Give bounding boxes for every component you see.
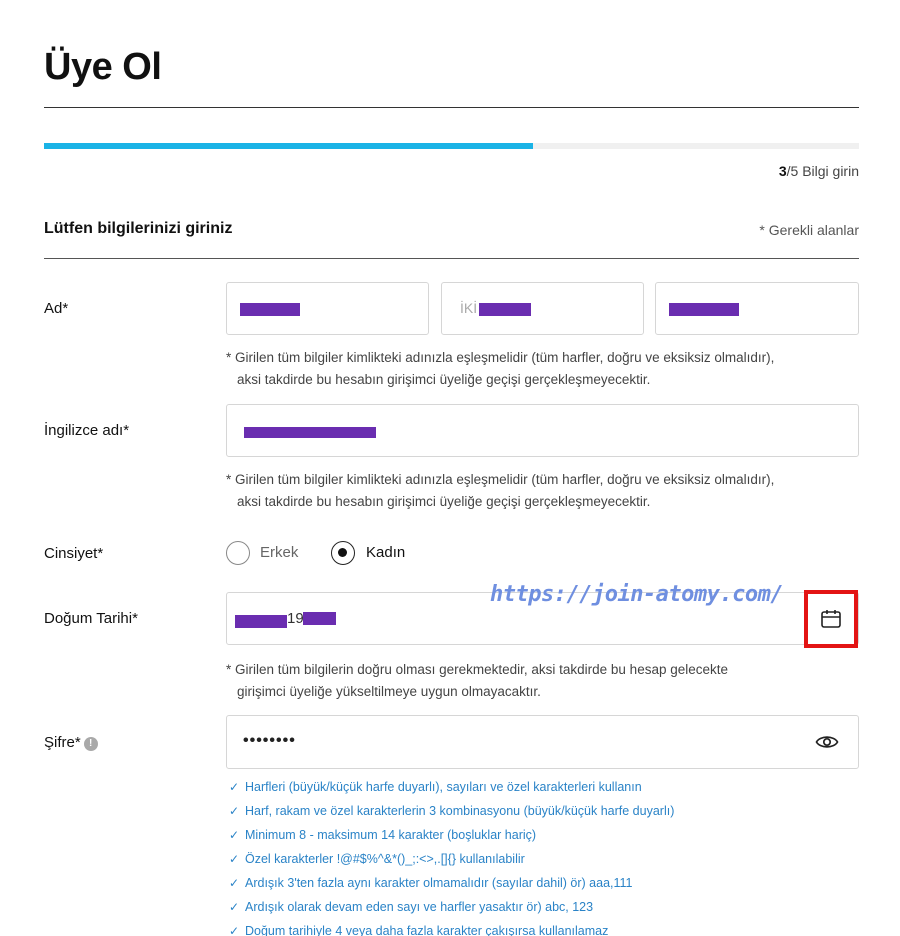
- check-icon: ✓: [229, 828, 240, 842]
- password-rule: ✓ Harf, rakam ve özel karakterlerin 3 kom…: [229, 799, 674, 823]
- name-note: * Girilen tüm bilgiler kimlikteki adınız…: [226, 347, 866, 391]
- birth-date-note-line2: girişimci üyeliğe yükseltilmeye uygun ol…: [237, 684, 541, 699]
- middle-name-placeholder: İKİ: [460, 300, 478, 316]
- redaction-mark: [235, 615, 287, 628]
- password-rule: ✓ Minimum 8 - maksimum 14 karakter (boşlu…: [229, 823, 674, 847]
- password-rule-text: Özel karakterler !@#$%^&*()_;:<>,.[]{} k…: [245, 852, 525, 866]
- password-input[interactable]: [226, 715, 859, 769]
- redaction-mark: [244, 427, 376, 438]
- password-rule: ✓ Doğum tarihiyle 4 veya daha fazla karak…: [229, 919, 674, 936]
- eye-icon: [815, 736, 839, 748]
- show-password-button[interactable]: [815, 732, 839, 757]
- watermark-text: https://join-atomy.com/: [490, 582, 784, 607]
- password-rule-text: Doğum tarihiyle 4 veya daha fazla karakt…: [245, 924, 609, 936]
- title-divider: [44, 107, 859, 108]
- check-icon: ✓: [229, 852, 240, 866]
- gender-radio-erkek[interactable]: [226, 541, 250, 565]
- gender-label: Cinsiyet*: [44, 545, 104, 562]
- password-rules-list: ✓ Harfleri (büyük/küçük harfe duyarlı), s…: [229, 775, 674, 936]
- english-name-note-line1: * Girilen tüm bilgiler kimlikteki adınız…: [226, 472, 775, 487]
- progress-fill: [44, 143, 533, 149]
- name-label: Ad*: [44, 300, 69, 317]
- calendar-icon: [821, 610, 841, 628]
- gender-option-kadin[interactable]: Kadın: [366, 544, 405, 561]
- birth-date-value: 19: [287, 610, 304, 627]
- birth-date-note-line1: * Girilen tüm bilgilerin doğru olması ge…: [226, 662, 729, 677]
- redaction-mark: [303, 612, 336, 625]
- first-name-input[interactable]: [226, 282, 429, 335]
- calendar-button[interactable]: [804, 590, 858, 648]
- check-icon: ✓: [229, 900, 240, 914]
- section-title: Lütfen bilgilerinizi giriniz: [44, 220, 233, 237]
- password-masked-value: ••••••••: [243, 732, 296, 749]
- check-icon: ✓: [229, 924, 240, 936]
- birth-date-note: * Girilen tüm bilgilerin doğru olması ge…: [226, 659, 866, 703]
- english-name-note: * Girilen tüm bilgiler kimlikteki adınız…: [226, 469, 866, 513]
- password-rule-text: Ardışık 3'ten fazla aynı karakter olmama…: [245, 876, 633, 890]
- redaction-mark: [479, 303, 531, 316]
- password-rule: ✓ Özel karakterler !@#$%^&*()_;:<>,.[]{} …: [229, 847, 674, 871]
- required-fields-note: * Gerekli alanlar: [759, 222, 859, 238]
- redaction-mark: [240, 303, 300, 316]
- english-name-label: İngilizce adı*: [44, 422, 130, 439]
- english-name-note-line2: aksi takdirde bu hesabın girişimci üyeli…: [237, 494, 651, 509]
- birth-date-label: Doğum Tarihi*: [44, 610, 138, 627]
- password-rule-text: Harf, rakam ve özel karakterlerin 3 komb…: [245, 804, 675, 818]
- step-total-label: /5 Bilgi girin: [786, 163, 859, 179]
- password-label-row: Şifre*!: [44, 734, 98, 751]
- name-note-line1: * Girilen tüm bilgiler kimlikteki adınız…: [226, 350, 775, 365]
- check-icon: ✓: [229, 876, 240, 890]
- password-rule-text: Harfleri (büyük/küçük harfe duyarlı), sa…: [245, 780, 642, 794]
- info-icon[interactable]: !: [83, 737, 98, 751]
- page-title: Üye Ol: [44, 46, 162, 88]
- step-current: 3: [778, 163, 787, 179]
- password-rule: ✓ Harfleri (büyük/küçük harfe duyarlı), s…: [229, 775, 674, 799]
- password-rule-text: Ardışık olarak devam eden sayı ve harfle…: [245, 900, 594, 914]
- redaction-mark: [669, 303, 739, 316]
- last-name-input[interactable]: [655, 282, 859, 335]
- gender-radio-kadin[interactable]: [331, 541, 355, 565]
- progress-bar: [44, 143, 859, 149]
- gender-option-erkek[interactable]: Erkek: [260, 544, 298, 561]
- name-note-line2: aksi takdirde bu hesabın girişimci üyeli…: [237, 372, 651, 387]
- check-icon: ✓: [229, 804, 240, 818]
- english-name-input[interactable]: [226, 404, 859, 457]
- step-indicator: 3/5 Bilgi girin: [779, 163, 859, 179]
- password-label: Şifre*: [44, 734, 81, 751]
- password-rule: ✓ Ardışık olarak devam eden sayı ve harfl…: [229, 895, 674, 919]
- middle-name-input[interactable]: İKİ: [441, 282, 644, 335]
- password-rule-text: Minimum 8 - maksimum 14 karakter (boşluk…: [245, 828, 537, 842]
- check-icon: ✓: [229, 780, 240, 794]
- password-rule: ✓ Ardışık 3'ten fazla aynı karakter olmam…: [229, 871, 674, 895]
- section-divider: [44, 258, 859, 259]
